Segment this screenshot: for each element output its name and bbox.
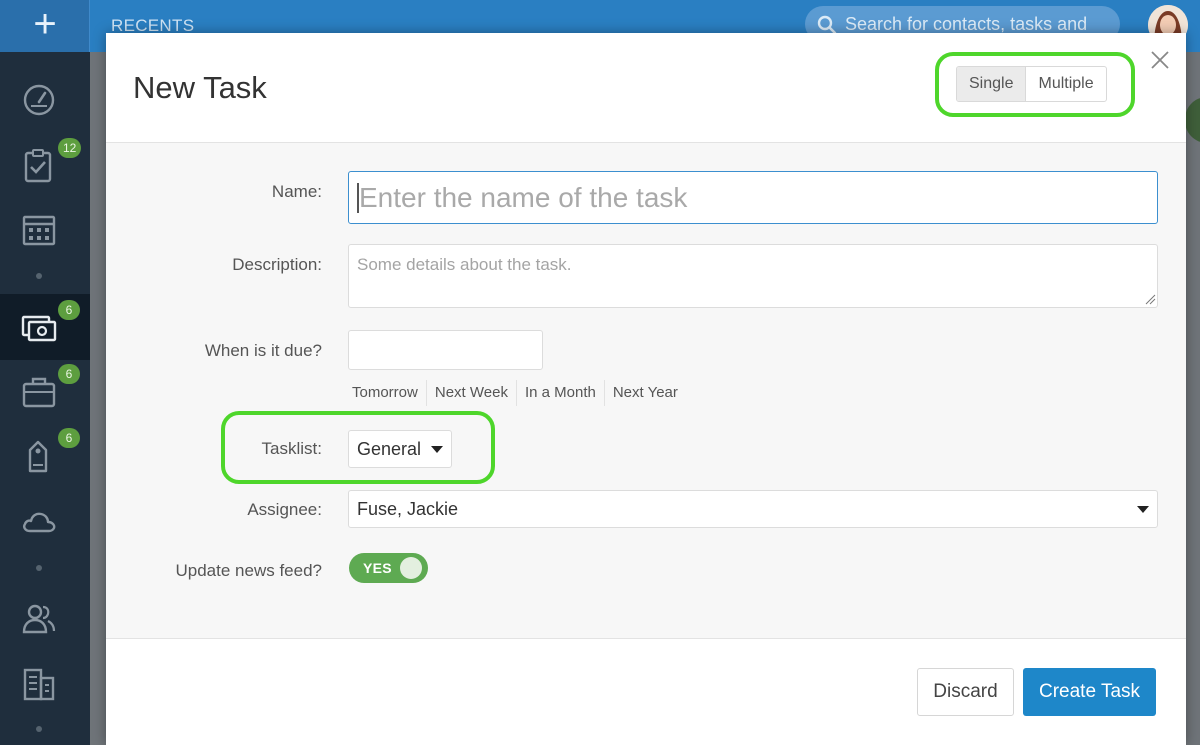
resize-grip-icon[interactable]: [1144, 293, 1156, 305]
cloud-icon: [23, 512, 56, 533]
mode-single-button[interactable]: Single: [957, 67, 1027, 101]
projects-badge: 6: [58, 364, 80, 384]
partial-avatar: [1185, 97, 1200, 143]
add-new-button[interactable]: +: [0, 0, 90, 52]
calendar-icon: [22, 215, 56, 246]
sidebar-item-projects[interactable]: 6: [0, 358, 90, 424]
toggle-state: YES: [363, 560, 392, 576]
quick-date-next-year[interactable]: Next Year: [603, 380, 686, 406]
new-task-dialog: New Task Single Multiple Name: Descripti…: [106, 33, 1186, 745]
chevron-down-icon: [431, 446, 443, 453]
quick-date-next-week[interactable]: Next Week: [425, 380, 516, 406]
task-description-input[interactable]: [348, 244, 1158, 308]
building-icon: [23, 668, 55, 701]
newsfeed-toggle[interactable]: YES: [349, 553, 428, 583]
mode-multiple-button[interactable]: Multiple: [1026, 67, 1105, 101]
dialog-header: New Task Single Multiple: [106, 33, 1186, 143]
cases-badge: 6: [58, 428, 80, 448]
sidebar-item-tasks[interactable]: 12: [0, 132, 90, 198]
deals-badge: 6: [58, 300, 80, 320]
sidebar-item-contacts[interactable]: [0, 584, 90, 650]
due-date-input[interactable]: [348, 330, 543, 370]
description-label: Description:: [232, 255, 322, 274]
search-input[interactable]: Search for contacts, tasks and: [845, 14, 1087, 35]
text-caret: [357, 183, 359, 213]
discard-button[interactable]: Discard: [917, 668, 1014, 716]
plus-icon: +: [33, 2, 57, 46]
chevron-down-icon: [1137, 506, 1149, 513]
quick-date-options: Tomorrow Next Week In a Month Next Year: [348, 380, 686, 406]
dashboard-icon: [23, 84, 55, 116]
deals-icon: [21, 315, 57, 342]
sidebar-item-dashboard[interactable]: [0, 66, 90, 132]
create-task-button[interactable]: Create Task: [1023, 668, 1156, 716]
name-label: Name:: [271, 182, 322, 201]
quick-date-tomorrow[interactable]: Tomorrow: [348, 380, 426, 406]
dialog-footer: Discard Create Task: [106, 638, 1186, 745]
newsfeed-label: Update news feed?: [175, 561, 323, 580]
task-mode-toggle: Single Multiple: [956, 66, 1107, 102]
sidebar-item-cloud[interactable]: [0, 488, 90, 554]
contacts-icon: [22, 604, 56, 634]
close-icon[interactable]: [1149, 49, 1171, 71]
dialog-title: New Task: [133, 70, 267, 105]
sidebar-divider-dot: [36, 273, 42, 279]
quick-date-in-a-month[interactable]: In a Month: [515, 380, 604, 406]
due-date-label: When is it due?: [204, 341, 322, 360]
tasklist-value: General: [357, 439, 422, 459]
assignee-select[interactable]: Fuse, Jackie: [348, 490, 1158, 528]
tag-icon: [28, 440, 48, 473]
sidebar-item-calendar[interactable]: [0, 196, 90, 262]
sidebar: 12 6 6 6: [0, 52, 90, 745]
sidebar-item-deals[interactable]: 6: [0, 294, 90, 360]
clipboard-check-icon: [24, 149, 52, 183]
sidebar-divider-dot: [36, 726, 42, 732]
briefcase-icon: [22, 377, 56, 408]
tasks-badge: 12: [58, 138, 82, 158]
toggle-knob: [400, 557, 422, 579]
search-icon: [817, 15, 837, 35]
tasklist-label: Tasklist:: [261, 439, 322, 458]
sidebar-divider-dot: [36, 565, 42, 571]
assignee-label: Assignee:: [247, 500, 322, 519]
assignee-value: Fuse, Jackie: [357, 499, 459, 519]
task-name-input[interactable]: [348, 171, 1158, 224]
sidebar-item-companies[interactable]: [0, 650, 90, 716]
tasklist-select[interactable]: General: [348, 430, 452, 468]
sidebar-item-cases[interactable]: 6: [0, 422, 90, 488]
